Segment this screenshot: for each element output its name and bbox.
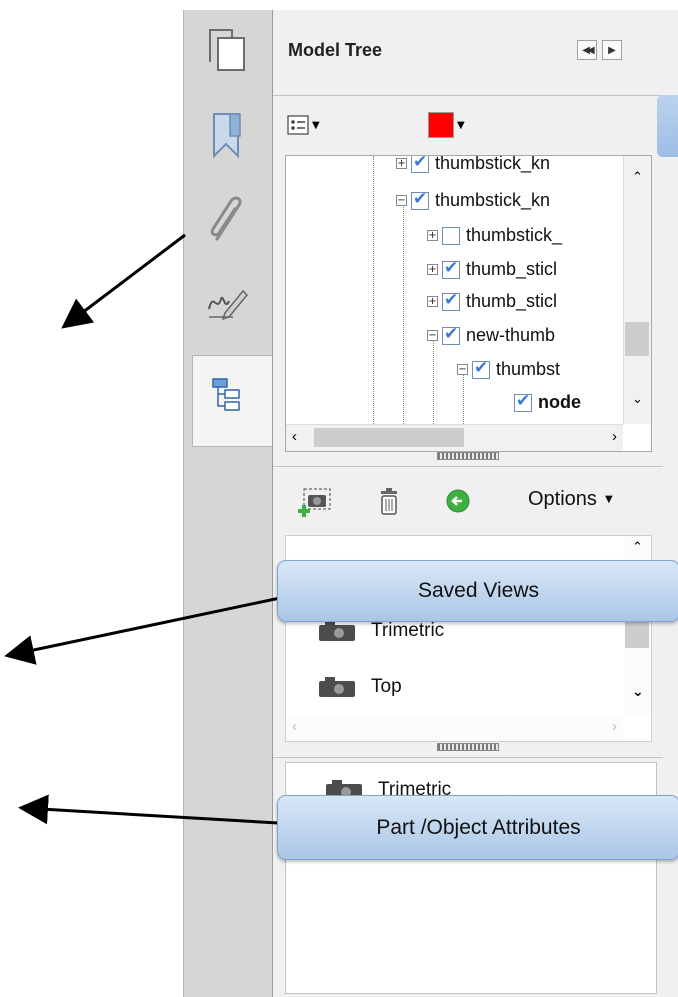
arrow-from-part-attributes [18,794,279,825]
arrow-to-attachments [61,233,186,329]
callout-label: Saved Views [417,579,540,602]
saved-views-callout: Saved Views [277,560,678,622]
arrow-from-saved-views [4,596,281,665]
callout-label: Part /Object Attributes [376,815,581,839]
part-attributes-callout: Part /Object Attributes [277,795,678,860]
